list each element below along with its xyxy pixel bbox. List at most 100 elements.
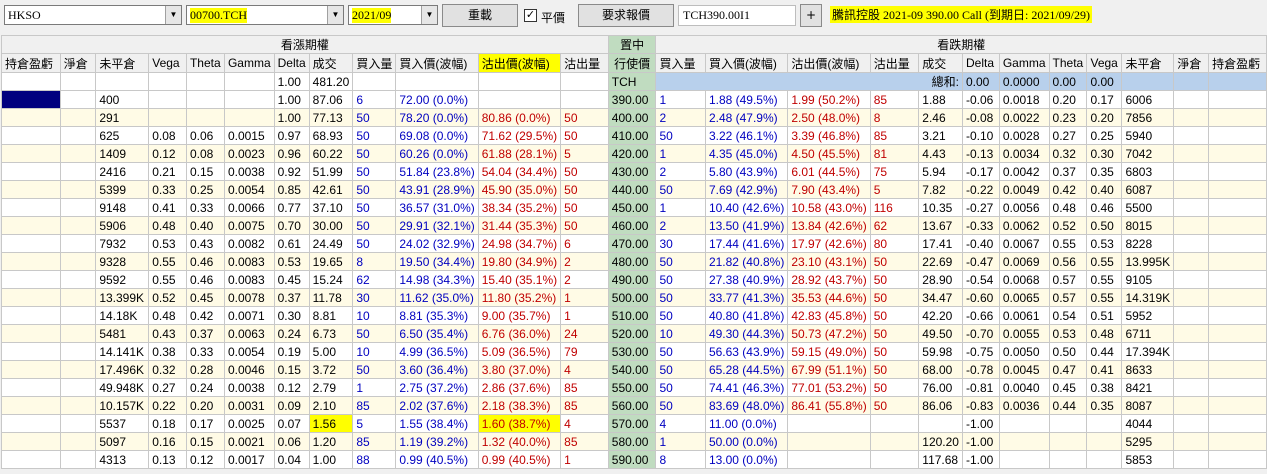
call-open-interest-cell[interactable]: 291 (95, 108, 150, 127)
put-bid-size-cell[interactable]: 50 (655, 180, 706, 199)
call-theta-cell[interactable]: 0.45 (185, 288, 225, 307)
call-ask-price-cell[interactable]: 38.34 (35.2%) (477, 198, 562, 217)
call-theta-cell[interactable]: 0.46 (185, 252, 225, 271)
call-theta-cell[interactable]: 0.33 (185, 198, 225, 217)
call-last-trade-cell[interactable]: 68.93 (308, 126, 354, 145)
put-bid-price-cell[interactable]: 13.50 (41.9%) (704, 216, 789, 235)
put-gamma-cell[interactable]: 0.0034 (998, 144, 1050, 163)
call-delta-cell[interactable]: 0.30 (273, 306, 310, 325)
call-ask-price-cell[interactable]: 19.80 (34.9%) (477, 252, 562, 271)
put-last-trade-cell[interactable]: 34.47 (918, 288, 963, 307)
call-pnl-cell[interactable] (1, 180, 61, 199)
put-vega-cell[interactable]: 0.51 (1086, 306, 1123, 325)
put-gamma-cell[interactable]: 0.0068 (998, 270, 1050, 289)
add-button[interactable]: + (800, 4, 822, 27)
put-open-interest-cell[interactable]: 4044 (1121, 414, 1175, 433)
put-pnl-cell[interactable] (1208, 108, 1267, 127)
call-ask-size-cell[interactable]: 1 (560, 288, 609, 307)
call-pnl-cell[interactable] (1, 414, 61, 433)
call-bid-size-cell[interactable]: 8 (352, 252, 397, 271)
put-open-interest-cell[interactable]: 5940 (1121, 126, 1175, 145)
put-delta-cell[interactable]: -0.06 (961, 90, 1000, 109)
table-row[interactable]: 5481 0.43 0.37 0.0063 0.24 6.73 50 6.50 (35.4%)… (1, 324, 1267, 343)
call-bid-price-cell[interactable]: 69.08 (0.0%) (395, 126, 479, 145)
reload-button[interactable]: 重載 (442, 4, 518, 27)
put-open-interest-cell[interactable]: 6006 (1121, 90, 1175, 109)
put-bid-price-cell[interactable]: 17.44 (41.6%) (704, 234, 789, 253)
call-delta-cell[interactable]: 0.53 (273, 252, 310, 271)
put-gamma-cell[interactable]: 0.0069 (998, 252, 1050, 271)
call-col-header-vega[interactable]: Vega (148, 53, 187, 73)
call-theta-cell[interactable]: 0.12 (185, 450, 225, 469)
strike-cell[interactable]: 470.00 (607, 234, 657, 253)
call-bid-size-cell[interactable]: 50 (352, 216, 397, 235)
call-last-trade-cell[interactable]: 30.00 (308, 216, 354, 235)
call-net-position-cell[interactable] (59, 90, 97, 109)
put-bid-price-cell[interactable]: 50.00 (0.0%) (704, 432, 789, 451)
call-theta-cell[interactable]: 0.15 (185, 162, 225, 181)
call-open-interest-cell[interactable]: 5906 (95, 216, 150, 235)
strike-col-header[interactable]: 行使價 (607, 53, 657, 73)
put-pnl-cell[interactable] (1208, 450, 1267, 469)
call-bid-size-cell[interactable]: 10 (352, 342, 397, 361)
put-ask-price-cell[interactable]: 50.73 (47.2%) (787, 324, 871, 343)
code-field[interactable]: TCH390.00I1 (678, 5, 796, 26)
call-vega-cell[interactable]: 0.22 (148, 396, 187, 415)
call-delta-cell[interactable]: 0.07 (273, 414, 310, 433)
call-vega-cell[interactable]: 0.48 (148, 306, 187, 325)
put-ask-size-cell[interactable] (869, 450, 920, 469)
call-ask-size-cell[interactable]: 24 (560, 324, 609, 343)
put-theta-cell[interactable]: 0.44 (1048, 396, 1088, 415)
call-gamma-cell[interactable]: 0.0046 (223, 360, 275, 379)
call-ask-size-cell[interactable] (560, 90, 609, 109)
call-net-position-cell[interactable] (59, 288, 97, 307)
put-ask-price-cell[interactable]: 2.50 (48.0%) (787, 108, 871, 127)
call-last-trade-cell[interactable]: 1.00 (308, 450, 354, 469)
call-net-position-cell[interactable] (59, 396, 97, 415)
put-gamma-cell[interactable]: 0.0056 (998, 198, 1050, 217)
put-col-header-open-interest[interactable]: 未平倉 (1121, 53, 1175, 73)
put-bid-size-cell[interactable]: 50 (655, 396, 706, 415)
put-bid-price-cell[interactable]: 13.00 (0.0%) (704, 450, 789, 469)
call-ask-size-cell[interactable]: 1 (560, 450, 609, 469)
call-bid-size-cell[interactable]: 85 (352, 396, 397, 415)
put-vega-cell[interactable]: 0.35 (1086, 396, 1123, 415)
put-theta-cell[interactable]: 0.48 (1048, 198, 1088, 217)
call-bid-price-cell[interactable]: 6.50 (35.4%) (395, 324, 479, 343)
put-open-interest-cell[interactable]: 8087 (1121, 396, 1175, 415)
strike-cell[interactable]: 430.00 (607, 162, 657, 181)
call-open-interest-cell[interactable]: 13.399K (95, 288, 150, 307)
put-bid-size-cell[interactable]: 50 (655, 360, 706, 379)
put-bid-price-cell[interactable]: 2.48 (47.9%) (704, 108, 789, 127)
put-theta-cell[interactable]: 0.53 (1048, 324, 1088, 343)
put-ask-price-cell[interactable]: 4.50 (45.5%) (787, 144, 871, 163)
strike-cell[interactable]: 390.00 (607, 90, 657, 109)
put-ask-size-cell[interactable]: 85 (869, 90, 920, 109)
call-vega-cell[interactable]: 0.13 (148, 450, 187, 469)
put-pnl-cell[interactable] (1208, 414, 1267, 433)
call-vega-cell[interactable]: 0.38 (148, 342, 187, 361)
put-net-position-cell[interactable] (1173, 90, 1210, 109)
call-gamma-cell[interactable]: 0.0038 (223, 378, 275, 397)
put-ask-size-cell[interactable]: 85 (869, 126, 920, 145)
call-open-interest-cell[interactable]: 9592 (95, 270, 150, 289)
put-pnl-cell[interactable] (1208, 324, 1267, 343)
put-net-position-cell[interactable] (1173, 252, 1210, 271)
call-vega-cell[interactable]: 0.52 (148, 288, 187, 307)
put-delta-cell[interactable]: -0.40 (961, 234, 1000, 253)
put-pnl-cell[interactable] (1208, 378, 1267, 397)
call-last-trade-cell[interactable]: 42.61 (308, 180, 354, 199)
put-last-trade-cell[interactable]: 59.98 (918, 342, 963, 361)
call-delta-cell[interactable]: 0.19 (273, 342, 310, 361)
call-bid-price-cell[interactable]: 1.55 (38.4%) (395, 414, 479, 433)
put-theta-cell[interactable]: 0.56 (1048, 252, 1088, 271)
call-last-trade-cell[interactable]: 5.00 (308, 342, 354, 361)
call-pnl-cell[interactable] (1, 198, 61, 217)
call-ask-price-cell[interactable]: 9.00 (35.7%) (477, 306, 562, 325)
put-net-position-cell[interactable] (1173, 108, 1210, 127)
call-vega-cell[interactable]: 0.55 (148, 270, 187, 289)
put-bid-price-cell[interactable]: 11.00 (0.0%) (704, 414, 789, 433)
put-vega-cell[interactable] (1086, 450, 1123, 469)
call-vega-cell[interactable] (148, 108, 187, 127)
table-row[interactable]: 291 1.00 77.13 50 78.20 (0.0%) 80.86 (0.0%) 50… (1, 108, 1267, 127)
